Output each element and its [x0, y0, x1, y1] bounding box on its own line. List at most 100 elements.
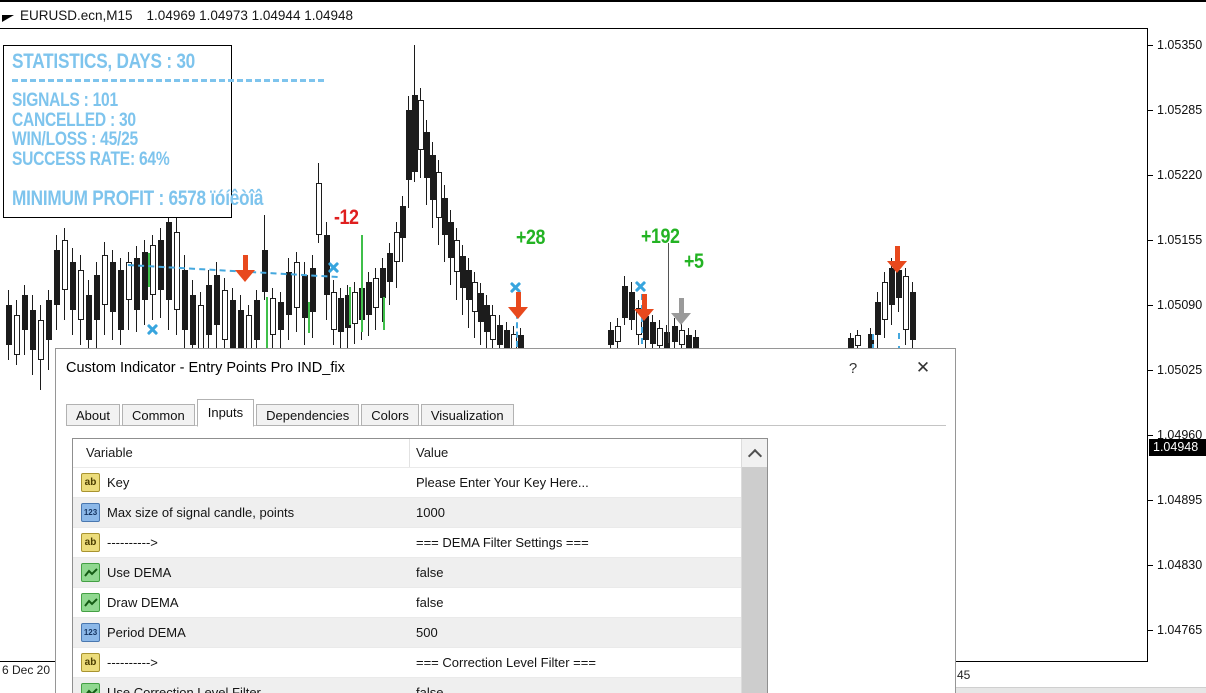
candlestick-body	[352, 292, 358, 324]
candlestick-body	[380, 268, 386, 298]
table-row[interactable]: Draw DEMA false	[73, 587, 741, 617]
param-value[interactable]: Please Enter Your Key Here...	[416, 475, 589, 490]
cancel-x-mark	[634, 280, 647, 293]
table-row[interactable]: 123 Max size of signal candle, points 1000	[73, 497, 741, 527]
candlestick-body	[387, 253, 393, 282]
candlestick-body	[278, 302, 284, 330]
tab-inputs[interactable]: Inputs	[196, 399, 255, 427]
ab-param-icon: ab	[81, 473, 100, 492]
table-header: Variable Value	[73, 439, 741, 467]
candlestick-body	[622, 286, 628, 318]
candlestick-body	[94, 275, 100, 320]
arrow-head	[671, 313, 691, 325]
chevron-up-icon	[747, 448, 763, 464]
column-header-value: Value	[416, 445, 449, 460]
dialog-title: Custom Indicator - Entry Points Pro IND_…	[66, 360, 345, 376]
candlestick-body	[38, 320, 44, 360]
candlestick-body	[270, 298, 276, 335]
arrow-head	[634, 309, 654, 321]
table-row[interactable]: Use DEMA false	[73, 557, 741, 587]
arrow-head	[887, 261, 907, 273]
param-name: Key	[107, 475, 130, 490]
green-signal-line	[383, 297, 385, 330]
candlestick-body	[206, 285, 212, 335]
candlestick-body	[504, 330, 510, 348]
tab-visualization[interactable]: Visualization	[420, 404, 514, 426]
candlestick-body	[102, 255, 108, 305]
param-value[interactable]: false	[416, 685, 443, 693]
candlestick-body	[54, 250, 60, 305]
horizontal-scrollbar[interactable]	[955, 687, 1206, 693]
tab-colors[interactable]: Colors	[361, 404, 419, 426]
arrow-shaft	[894, 246, 900, 261]
arrow-shaft	[641, 294, 647, 309]
candlestick-body	[400, 206, 406, 238]
param-value[interactable]: 500	[416, 625, 438, 640]
candlestick-body	[126, 262, 132, 300]
arrow-shaft	[515, 292, 521, 307]
candlestick-body	[78, 270, 84, 320]
close-icon[interactable]: ✕	[906, 355, 940, 381]
ab-param-icon: ab	[81, 533, 100, 552]
stats-title: STATISTICS, DAYS : 30	[12, 50, 196, 73]
candlestick-body	[222, 290, 228, 340]
candlestick-body	[182, 270, 188, 330]
candlestick-body	[230, 300, 236, 350]
arrow-head	[235, 270, 255, 282]
candlestick-body	[679, 330, 685, 345]
scrollbar-thumb[interactable]	[742, 467, 767, 693]
param-name: Use Correction Level Filter	[107, 685, 261, 693]
candlestick-body	[46, 300, 52, 340]
param-value[interactable]: false	[416, 595, 443, 610]
help-button[interactable]: ?	[838, 357, 868, 381]
signal-result-label: +5	[684, 250, 704, 273]
chart-param-icon	[81, 683, 100, 693]
candlestick-body	[86, 295, 92, 340]
stats-divider-dashes	[12, 79, 324, 82]
candlestick-body	[882, 282, 888, 320]
param-value[interactable]: === Correction Level Filter ===	[416, 655, 596, 670]
signal-result-label: +28	[516, 226, 546, 249]
green-signal-line	[308, 302, 310, 333]
param-name: Use DEMA	[107, 565, 172, 580]
tab-dependencies[interactable]: Dependencies	[256, 404, 360, 426]
table-row[interactable]: 123 Period DEMA 500	[73, 617, 741, 647]
param-value[interactable]: === DEMA Filter Settings ===	[416, 535, 589, 550]
candlestick-body	[254, 300, 260, 340]
scrollbar-up-button[interactable]	[742, 439, 767, 467]
arrow-head	[508, 307, 528, 319]
candlestick-body	[497, 325, 503, 345]
param-name: ---------->	[107, 655, 158, 670]
param-name: Max size of signal candle, points	[107, 505, 295, 520]
arrow-shaft	[678, 298, 684, 313]
table-row[interactable]: ab ----------> === DEMA Filter Settings ==…	[73, 527, 741, 557]
candlestick-body	[331, 292, 337, 330]
table-row[interactable]: Use Correction Level Filter false	[73, 677, 741, 693]
indicator-properties-dialog: Custom Indicator - Entry Points Pro IND_…	[55, 348, 956, 693]
table-row[interactable]: ab Key Please Enter Your Key Here...	[73, 467, 741, 497]
tab-common[interactable]: Common	[121, 404, 195, 426]
signal-result-label: +192	[641, 225, 680, 248]
sell-arrow-icon	[887, 246, 907, 273]
mt-terminal-window: EURUSD.ecn,M15 1.04969 1.04973 1.04944 1…	[0, 0, 1206, 693]
param-value[interactable]: false	[416, 565, 443, 580]
cancel-x-mark	[327, 261, 340, 274]
candlestick-body	[166, 222, 172, 300]
param-value[interactable]: 1000	[416, 505, 445, 520]
tab-about[interactable]: About	[66, 404, 120, 426]
candlestick-body	[316, 183, 322, 235]
candlestick-body	[896, 270, 902, 298]
candlestick-body	[14, 315, 20, 355]
candlestick-body	[615, 326, 621, 342]
chart-param-icon	[81, 563, 100, 582]
candlestick-body	[150, 245, 156, 295]
table-scrollbar[interactable]	[741, 439, 767, 693]
column-header-variable: Variable	[86, 445, 133, 460]
candlestick-body	[338, 298, 344, 332]
candlestick-body	[910, 292, 916, 340]
candlestick-body	[294, 262, 300, 308]
dialog-tab-bar: About Common Inputs Dependencies Colors Visua…	[66, 397, 516, 427]
candlestick-body	[174, 232, 180, 310]
table-row[interactable]: ab ----------> === Correction Level Filter…	[73, 647, 741, 677]
param-name: Draw DEMA	[107, 595, 179, 610]
